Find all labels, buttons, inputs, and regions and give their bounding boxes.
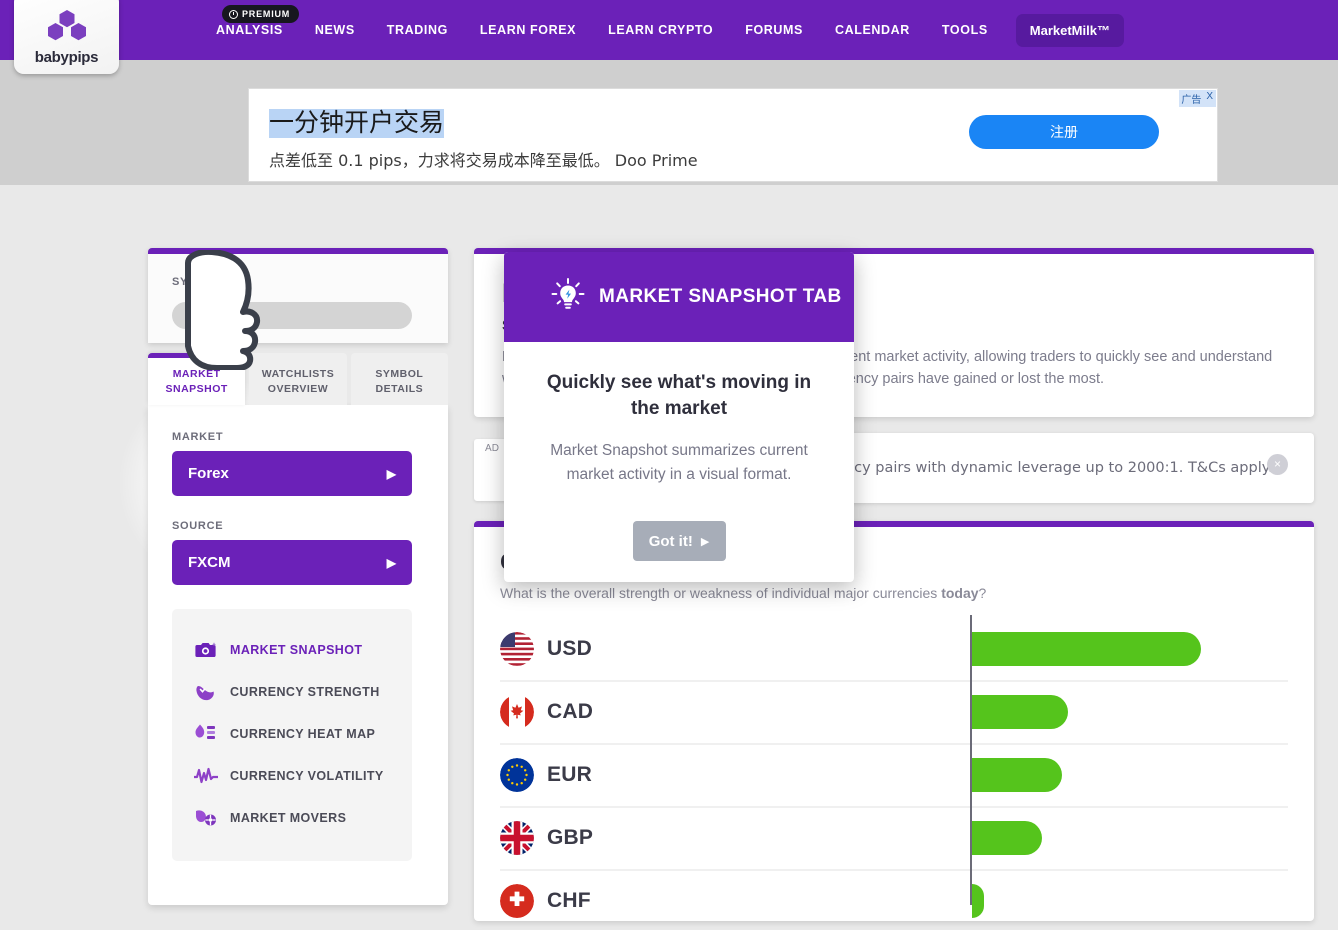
tab-symbol-details-line2: DETAILS xyxy=(375,382,424,395)
nav-link-forums[interactable]: FORUMS xyxy=(729,0,819,60)
flame-heatmap-icon xyxy=(194,723,218,745)
currency-code: CAD xyxy=(547,700,594,723)
menu-label: CURRENCY STRENGTH xyxy=(230,685,380,699)
panel-content: MARKET Forex ▶ SOURCE FXCM ▶ MARKET SNAP… xyxy=(148,405,448,905)
nav-link-learn-forex[interactable]: LEARN FOREX xyxy=(464,0,592,60)
panel-menu: MARKET SNAPSHOT CURRENCY STRENGTH CURREN… xyxy=(172,609,412,861)
menu-item-market-movers[interactable]: MARKET MOVERS xyxy=(172,797,412,839)
tab-watchlists-line2: OVERVIEW xyxy=(267,382,329,395)
page-body: SYMBOLS MARKET SNAPSHOT WATCHLISTS OVERV… xyxy=(0,185,1338,930)
source-select[interactable]: FXCM ▶ xyxy=(172,540,412,585)
chart-row-chf[interactable]: CHF xyxy=(500,871,1288,921)
menu-label: CURRENCY VOLATILITY xyxy=(230,769,384,783)
csm-subtitle-prefix: What is the overall strength or weakness… xyxy=(500,584,942,601)
currency-code: EUR xyxy=(547,763,592,786)
market-select[interactable]: Forex ▶ xyxy=(172,451,412,496)
currency-code: CHF xyxy=(547,889,591,912)
us-flag-icon xyxy=(500,632,534,666)
modal-header: MARKET SNAPSHOT TAB xyxy=(504,252,854,342)
chart-row-cad[interactable]: CAD xyxy=(500,682,1288,745)
nav-link-calendar[interactable]: CALENDAR xyxy=(819,0,926,60)
csm-subtitle: What is the overall strength or weakness… xyxy=(500,585,1288,601)
market-field-label: MARKET xyxy=(172,431,224,443)
nav-link-news[interactable]: NEWS xyxy=(299,0,371,60)
got-it-button[interactable]: Got it! ▶ xyxy=(632,521,726,562)
chevron-right-icon: ▶ xyxy=(386,466,396,481)
modal-title: MARKET SNAPSHOT TAB xyxy=(599,286,842,307)
app-root: babypips PREMIUM ANALYSIS NEWS TRADING L… xyxy=(0,0,1338,930)
play-caret-icon: ▶ xyxy=(700,535,710,548)
lightbulb-icon xyxy=(549,276,587,319)
pointing-hand-cursor xyxy=(155,248,273,375)
camera-icon xyxy=(194,639,218,661)
ad-headline: 一分钟开户交易 xyxy=(269,108,445,138)
flexed-bicep-icon xyxy=(194,681,218,703)
hexagon-logo-icon xyxy=(44,10,90,46)
premium-label: PREMIUM xyxy=(242,9,291,19)
premium-clock-icon xyxy=(229,9,238,19)
chart-row-gbp[interactable]: GBP xyxy=(500,808,1288,871)
ad-banner[interactable]: 广告 X 一分钟开户交易 点差低至 0.1 pips，力求将交易成本降至最低。 … xyxy=(248,88,1218,182)
eu-flag-icon xyxy=(500,758,534,792)
chart-row-usd[interactable]: USD xyxy=(500,619,1288,682)
csm-subtitle-suffix: ? xyxy=(978,584,987,601)
modal-heading: Quickly see what's moving in the market xyxy=(546,372,812,419)
nav-link-trading[interactable]: TRADING xyxy=(371,0,464,60)
modal-description: Market Snapshot summarizes current marke… xyxy=(550,442,808,484)
chevron-right-icon: ▶ xyxy=(386,555,396,570)
onboarding-modal: MARKET SNAPSHOT TAB Quickly see what's m… xyxy=(504,252,854,582)
nav-link-learn-crypto[interactable]: LEARN CRYPTO xyxy=(592,0,729,60)
source-select-value: FXCM xyxy=(188,554,231,571)
strength-bar-gbp xyxy=(972,821,1042,855)
menu-label: MARKET MOVERS xyxy=(230,811,347,825)
strength-bar-cad xyxy=(972,695,1068,729)
tab-symbol-details[interactable]: SYMBOL DETAILS xyxy=(350,353,448,405)
tab-symbol-details-line1: SYMBOL xyxy=(375,368,424,381)
waveform-icon xyxy=(194,765,218,787)
tab-market-snapshot-line2: SNAPSHOT xyxy=(165,382,228,395)
ad-label-icon: 广告 xyxy=(1179,90,1204,107)
currency-code: GBP xyxy=(547,826,594,849)
close-icon[interactable]: × xyxy=(1267,453,1288,475)
menu-item-market-snapshot[interactable]: MARKET SNAPSHOT xyxy=(172,629,412,671)
ad-banner-zone: 广告 X 一分钟开户交易 点差低至 0.1 pips，力求将交易成本降至最低。 … xyxy=(0,60,1338,185)
strength-bar-chf xyxy=(972,884,984,918)
ca-flag-icon xyxy=(500,695,534,729)
got-it-label: Got it! xyxy=(648,532,693,550)
nav-links: ANALYSIS NEWS TRADING LEARN FOREX LEARN … xyxy=(200,0,1124,60)
menu-label: MARKET SNAPSHOT xyxy=(230,643,363,657)
ch-flag-icon xyxy=(500,884,534,918)
strength-bar-eur xyxy=(972,758,1062,792)
currency-code: USD xyxy=(547,637,592,660)
ad-cta-button[interactable]: 注册 xyxy=(969,115,1159,149)
chart-row-eur[interactable]: EUR xyxy=(500,745,1288,808)
premium-badge[interactable]: PREMIUM xyxy=(222,5,300,23)
menu-item-currency-strength[interactable]: CURRENCY STRENGTH xyxy=(172,671,412,713)
ad-subline: 点差低至 0.1 pips，力求将交易成本降至最低。 Doo Prime xyxy=(269,151,698,170)
top-navbar: babypips PREMIUM ANALYSIS NEWS TRADING L… xyxy=(0,0,1338,74)
nav-link-tools[interactable]: TOOLS xyxy=(926,0,1004,60)
brand-name: babypips xyxy=(34,49,99,66)
babypips-logo[interactable]: babypips xyxy=(14,0,119,74)
market-select-value: Forex xyxy=(188,465,229,482)
source-field-label: SOURCE xyxy=(172,520,224,532)
menu-item-currency-volatility[interactable]: CURRENCY VOLATILITY xyxy=(172,755,412,797)
gb-flag-icon xyxy=(500,821,534,855)
menu-label: CURRENCY HEAT MAP xyxy=(230,727,376,741)
menu-item-currency-heat-map[interactable]: CURRENCY HEAT MAP xyxy=(172,713,412,755)
modal-body: Quickly see what's moving in the market … xyxy=(504,342,854,562)
ad-close-icon[interactable]: X xyxy=(1203,90,1216,107)
comet-wheel-icon xyxy=(194,807,218,829)
chart-zero-line xyxy=(970,614,972,905)
ad-tags: 广告 X xyxy=(1179,90,1216,107)
currency-strength-chart: USD CAD EUR GBP CHF xyxy=(500,614,1288,921)
csm-subtitle-bold: today xyxy=(941,584,979,601)
strength-bar-usd xyxy=(972,632,1201,666)
marketmilk-button[interactable]: MarketMilk™ xyxy=(1015,13,1124,47)
